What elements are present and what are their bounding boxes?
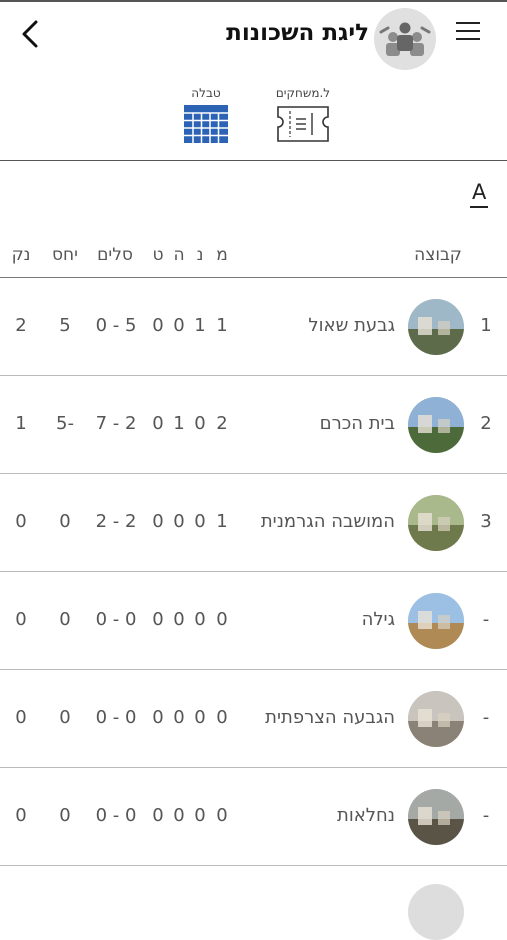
col-points: נק: [11, 245, 31, 265]
team-avatar: [408, 789, 464, 845]
tab-standings[interactable]: טבלה: [178, 86, 234, 146]
losses-value: 0: [152, 413, 164, 434]
team-avatar: [408, 593, 464, 649]
table-row[interactable]: - הגבעה הצרפתית 0 0 0 0 0 - 000: [0, 670, 507, 768]
avatar-sky: [408, 691, 464, 721]
table-row[interactable]: - גילה 0 0 0 0 0 - 000: [0, 572, 507, 670]
avatar-ground: [408, 819, 464, 845]
ratio-value: -5: [56, 413, 74, 434]
ratio-value: 0: [59, 805, 71, 826]
ratio-value: 0: [59, 707, 71, 728]
played-value: 0: [216, 609, 228, 630]
avatar-ground: [408, 721, 464, 747]
team-rank: 1: [480, 315, 492, 336]
losses-value: 0: [152, 707, 164, 728]
avatar-ground: [408, 623, 464, 649]
points-value: 0: [15, 805, 27, 826]
team-avatar: [408, 884, 464, 940]
col-team: קבוצה: [414, 245, 462, 265]
team-rank: 3: [480, 511, 492, 532]
ratio-value: 5: [59, 315, 71, 336]
team-avatar: [408, 397, 464, 453]
table-row[interactable]: 2 בית הכרם 2 0 1 0 2 - 7 -5 1: [0, 376, 507, 474]
hamburger-menu-icon[interactable]: [456, 22, 480, 42]
goals-value: 2 - 2: [95, 511, 137, 532]
goals-value: 0 - 0: [95, 707, 137, 728]
ratio-value: 0: [59, 511, 71, 532]
avatar-ground: [408, 427, 464, 453]
col-losses: ט: [152, 245, 164, 265]
table-row[interactable]: - נחלאות 0 0 0 0 0 - 000: [0, 768, 507, 866]
app-header: ליגת השכונות: [0, 0, 507, 70]
avatar-ground: [408, 525, 464, 551]
wins-value: 0: [194, 511, 206, 532]
draws-value: 0: [173, 315, 185, 336]
played-value: 1: [216, 315, 228, 336]
points-value: 1: [15, 413, 27, 434]
col-ratio: יחס: [52, 245, 78, 265]
goals-value: 2 - 7: [95, 413, 137, 434]
goals-value: 5 - 0: [95, 315, 137, 336]
points-value: 0: [15, 609, 27, 630]
points-value: 0: [15, 511, 27, 532]
avatar-sky: [408, 593, 464, 623]
goals-value: 0 - 0: [95, 609, 137, 630]
wins-value: 1: [194, 315, 206, 336]
points-value: 2: [15, 315, 27, 336]
tab-schedule-label: ל.משחקים: [275, 86, 331, 100]
team-rank: -: [482, 805, 490, 826]
tab-standings-label: טבלה: [191, 86, 221, 100]
tab-schedule[interactable]: ל.משחקים: [268, 86, 338, 146]
team-rank: -: [482, 707, 490, 728]
draws-value: 0: [173, 707, 185, 728]
played-value: 1: [216, 511, 228, 532]
col-goals: סלים: [97, 245, 133, 265]
wins-value: 0: [194, 707, 206, 728]
page-title: ליגת השכונות: [226, 20, 369, 46]
ratio-value: 0: [59, 609, 71, 630]
played-value: 0: [216, 707, 228, 728]
wins-value: 0: [194, 805, 206, 826]
played-value: 0: [216, 805, 228, 826]
team-avatar: [408, 691, 464, 747]
back-arrow-icon[interactable]: [16, 16, 46, 52]
played-value: 2: [216, 413, 228, 434]
avatar-sky: [408, 495, 464, 525]
losses-value: 0: [152, 315, 164, 336]
wins-value: 0: [194, 413, 206, 434]
view-tabs: טבלה ל.משחקים: [0, 68, 507, 161]
team-rank: -: [482, 609, 490, 630]
league-logo: [374, 8, 436, 70]
points-value: 0: [15, 707, 27, 728]
losses-value: 0: [152, 609, 164, 630]
goals-value: 0 - 0: [95, 805, 137, 826]
draws-value: 0: [173, 609, 185, 630]
table-grid-icon: [184, 105, 228, 143]
avatar-sky: [408, 789, 464, 819]
ticket-icon: [277, 106, 329, 142]
col-played: מ: [216, 245, 228, 265]
table-header: קבוצה מ נ ה ט סלים יחס נק: [0, 235, 507, 278]
losses-value: 0: [152, 511, 164, 532]
draws-value: 0: [173, 511, 185, 532]
avatar-sky: [408, 299, 464, 329]
col-wins: נ: [196, 245, 204, 265]
col-draws: ה: [173, 245, 185, 265]
table-row[interactable]: 1 גבעת שאול 1 1 0 0 5 - 052: [0, 278, 507, 376]
team-rank: 2: [480, 413, 492, 434]
team-avatar: [408, 495, 464, 551]
avatar-ground: [408, 329, 464, 355]
draws-value: 0: [173, 805, 185, 826]
losses-value: 0: [152, 805, 164, 826]
draws-value: 1: [173, 413, 185, 434]
team-avatar: [408, 299, 464, 355]
font-size-toggle[interactable]: A: [470, 180, 489, 208]
wins-value: 0: [194, 609, 206, 630]
avatar-sky: [408, 397, 464, 427]
table-row[interactable]: 3 המושבה הגרמנית 1 0 0 0 2 - 200: [0, 474, 507, 572]
